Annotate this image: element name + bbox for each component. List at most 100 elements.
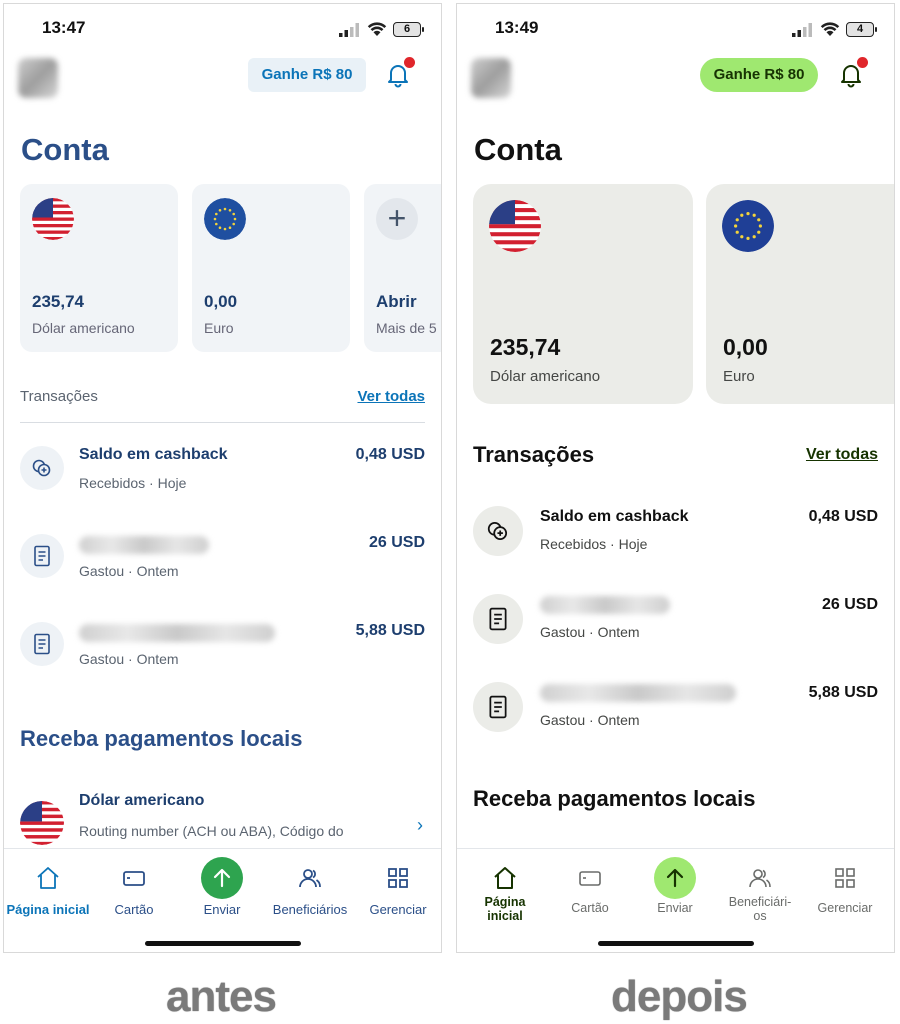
- phone-after: 13:49 4 Ganhe R$ 80 Conta 235,74 Dólar a…: [456, 3, 895, 953]
- transaction-row[interactable]: Gastou · Ontem 5,88 USD: [20, 622, 425, 692]
- grid-icon: [388, 868, 408, 888]
- home-indicator: [597, 941, 754, 946]
- wifi-icon: [367, 22, 387, 36]
- tab-card[interactable]: Cartão: [546, 849, 634, 929]
- bottom-tab-bar: Página inicial Cartão Enviar Beneficiári…: [457, 848, 894, 952]
- cellular-signal-icon: [792, 23, 812, 37]
- transaction-row[interactable]: Gastou · Ontem 26 USD: [20, 534, 425, 604]
- receive-local-title: Receba pagamentos locais: [20, 726, 303, 751]
- transaction-amount: 0,48 USD: [355, 446, 425, 463]
- account-card-usd[interactable]: 235,74 Dólar americano: [473, 184, 693, 404]
- bottom-tab-bar: Página inicial Cartão Enviar Beneficiári…: [4, 848, 441, 952]
- page-title: Conta: [21, 132, 109, 167]
- receipt-icon: [473, 594, 523, 644]
- account-card-eur[interactable]: 0,00 Euro: [706, 184, 894, 404]
- cellular-signal-icon: [339, 23, 359, 37]
- status-bar: 13:49 4: [457, 18, 894, 42]
- tab-label: Beneficiári-os: [728, 895, 792, 923]
- tab-card[interactable]: Cartão: [90, 849, 178, 929]
- transaction-subtitle: Recebidos · Hoje: [540, 536, 648, 552]
- tab-label: Enviar: [657, 901, 693, 915]
- account-card-usd[interactable]: 235,74 Dólar americano: [20, 184, 178, 352]
- plus-icon: +: [376, 198, 418, 240]
- avatar[interactable]: [471, 58, 511, 98]
- transaction-amount: 26 USD: [821, 596, 878, 613]
- tab-label: Página inicial: [6, 902, 90, 917]
- tab-label: Beneficiários: [272, 902, 348, 917]
- more-currencies-label: Mais de 5: [376, 320, 437, 336]
- us-flag-icon: [32, 198, 74, 240]
- tab-recipients[interactable]: Beneficiári-os: [716, 849, 804, 929]
- balance-amount: 0,00: [723, 334, 768, 360]
- home-icon: [37, 867, 59, 889]
- phone-before: 13:47 6 Ganhe R$ 80 Conta 235,74 Dólar a…: [3, 3, 442, 953]
- status-time: 13:47: [42, 18, 86, 37]
- transaction-subtitle: Gastou · Ontem: [540, 624, 640, 640]
- caption-before: antes: [166, 972, 277, 1021]
- see-all-link[interactable]: Ver todas: [357, 388, 425, 405]
- transaction-row[interactable]: Saldo em cashback Recebidos · Hoje 0,48 …: [20, 446, 425, 516]
- open-label: Abrir: [376, 292, 417, 311]
- us-flag-icon: [489, 200, 541, 252]
- eu-flag-icon: [722, 200, 774, 252]
- see-all-link[interactable]: Ver todas: [806, 446, 878, 464]
- tab-recipients[interactable]: Beneficiários: [266, 849, 354, 929]
- balance-amount: 0,00: [204, 292, 238, 311]
- comparison-stage: 13:47 6 Ganhe R$ 80 Conta 235,74 Dólar a…: [0, 0, 900, 1024]
- transaction-row[interactable]: Saldo em cashback Recebidos · Hoje 0,48 …: [473, 506, 878, 576]
- local-account-row[interactable]: Dólar americano Routing number (ACH ou A…: [20, 789, 425, 861]
- wifi-icon: [820, 22, 840, 36]
- card-icon: [123, 871, 145, 886]
- send-arrow-icon: [201, 857, 243, 899]
- tab-label: Enviar: [203, 902, 241, 917]
- home-icon: [494, 867, 516, 889]
- earn-reward-button[interactable]: Ganhe R$ 80: [700, 58, 818, 92]
- currency-name: Dólar americano: [32, 320, 135, 336]
- local-currency-name: Dólar americano: [79, 792, 205, 809]
- tab-home[interactable]: Página inicial: [461, 849, 549, 929]
- redacted-merchant: [540, 596, 670, 614]
- earn-reward-button[interactable]: Ganhe R$ 80: [248, 58, 366, 92]
- transaction-amount: 26 USD: [368, 534, 425, 551]
- tab-label: Gerenciar: [369, 902, 427, 917]
- home-indicator: [144, 941, 301, 946]
- account-cards: 235,74 Dólar americano 0,00 Euro: [473, 184, 894, 404]
- transaction-subtitle: Gastou · Ontem: [79, 563, 179, 579]
- tab-send[interactable]: Enviar: [631, 849, 719, 929]
- notification-badge: [404, 57, 415, 68]
- currency-name: Euro: [204, 320, 234, 336]
- grid-icon: [835, 868, 855, 888]
- transactions-label: Transações: [20, 388, 98, 405]
- caption-after: depois: [611, 972, 748, 1021]
- us-flag-icon: [20, 801, 64, 845]
- transaction-amount: 0,48 USD: [808, 508, 878, 525]
- currency-name: Dólar americano: [490, 368, 601, 385]
- tab-home[interactable]: Página inicial: [4, 849, 92, 929]
- transaction-row[interactable]: Gastou · Ontem 5,88 USD: [473, 682, 878, 752]
- transaction-row[interactable]: Gastou · Ontem 26 USD: [473, 594, 878, 664]
- redacted-merchant: [540, 684, 736, 702]
- tab-label: Página inicial: [484, 895, 526, 923]
- recipients-icon: [749, 869, 771, 888]
- cashback-icon: [20, 446, 64, 490]
- open-account-card[interactable]: + Abrir Mais de 5: [364, 184, 441, 352]
- receipt-icon: [473, 682, 523, 732]
- avatar[interactable]: [18, 58, 58, 98]
- tab-manage[interactable]: Gerenciar: [354, 849, 441, 929]
- recipients-icon: [299, 869, 321, 888]
- cashback-icon: [473, 506, 523, 556]
- receipt-icon: [20, 622, 64, 666]
- account-card-eur[interactable]: 0,00 Euro: [192, 184, 350, 352]
- transaction-amount: 5,88 USD: [355, 622, 425, 639]
- receipt-icon: [20, 534, 64, 578]
- tab-send[interactable]: Enviar: [178, 849, 266, 929]
- eu-flag-icon: [204, 198, 246, 240]
- account-cards: 235,74 Dólar americano 0,00 Euro + Abrir…: [20, 184, 441, 354]
- balance-amount: 235,74: [490, 334, 561, 360]
- tab-manage[interactable]: Gerenciar: [801, 849, 889, 929]
- tab-label: Cartão: [571, 901, 609, 915]
- receive-local-title: Receba pagamentos locais: [473, 786, 756, 811]
- transactions-label: Transações: [473, 442, 595, 467]
- redacted-merchant: [79, 536, 209, 554]
- status-bar: 13:47 6: [4, 18, 441, 42]
